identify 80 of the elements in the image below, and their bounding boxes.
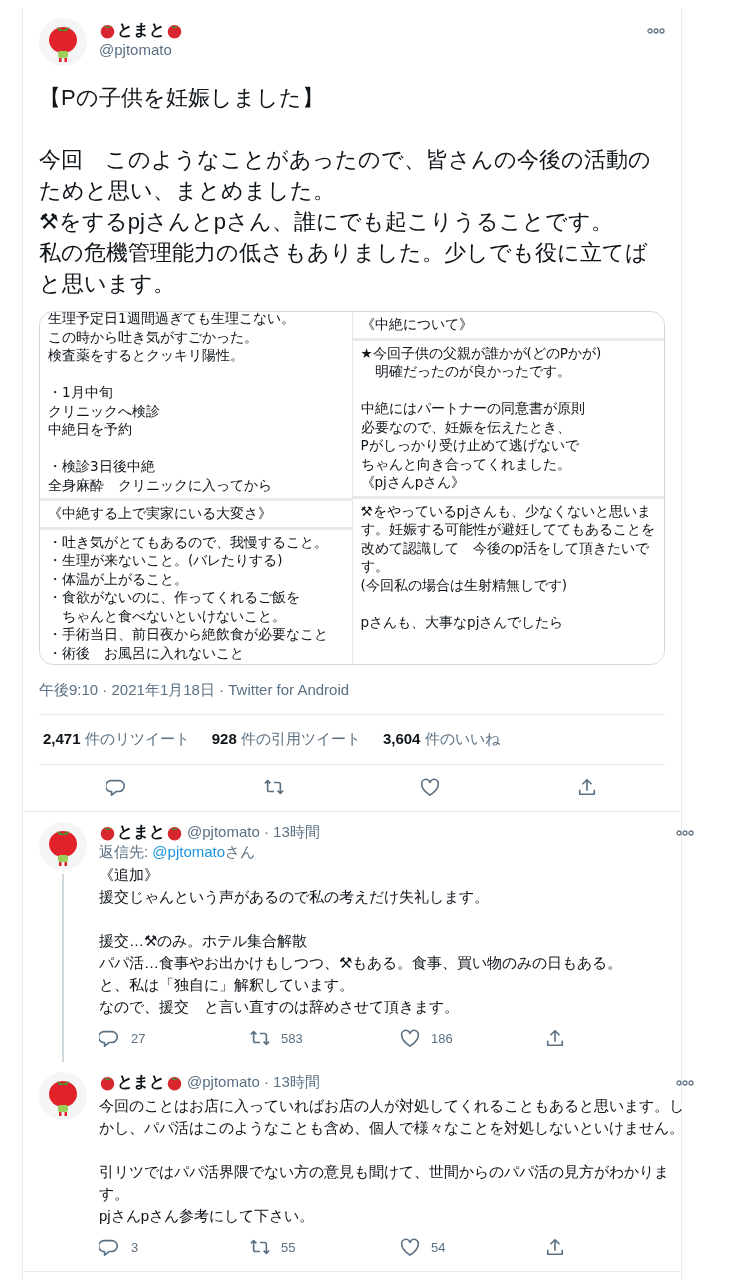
note-text: pさんも、大事なpjさんでしたら <box>360 612 565 631</box>
like-count: 186 <box>431 1030 453 1046</box>
reply-to-text: 返信先: @pjtomatoさん <box>99 843 257 862</box>
avatar[interactable] <box>39 1072 87 1120</box>
display-name[interactable]: とまと <box>116 822 166 843</box>
note-text: 必要なので、妊娠を伝えたとき、 <box>360 417 572 436</box>
share-icon[interactable] <box>544 1237 566 1257</box>
reply-count: 3 <box>131 1239 139 1255</box>
tweet-text: 私の危機管理能力の低さもありました。少しでも役に立てばと思います。 <box>39 239 649 298</box>
note-text: 《中絶について》 <box>360 315 474 334</box>
tweet-timestamp: 午後9:10 · 2021年1月18日 · Twitter for Android <box>39 665 665 715</box>
retweet-icon[interactable] <box>249 1028 271 1048</box>
avatar[interactable] <box>39 18 87 66</box>
reply-text: 援交…⚒のみ。ホテル集合解散 <box>99 931 309 951</box>
note-text: ★今回子供の父親が誰かが(どのPかが) <box>360 343 603 362</box>
tomato-icon <box>99 1074 116 1091</box>
reply-text: pjさんpさん参考にして下さい。 <box>99 1206 316 1226</box>
note-text: ・体温が上がること。 <box>48 569 189 588</box>
note-text: 全身麻酔 クリニックに入ってから <box>48 475 273 494</box>
note-text: Pがしっかり受け止めて逃げないで <box>360 436 580 455</box>
tweet-text: ⚒をするpjさんとpさん、誰にでも起こりうることです。 <box>39 208 615 236</box>
note-text: 明確だったのが良かったです。 <box>373 362 572 381</box>
reply-text: パパ活…食事やお出かけもしつつ、⚒もある。食事、買い物のみの日もある。 <box>99 953 624 973</box>
note-text: ・手術当日、前日夜から絶飲食が必要なこと <box>48 625 329 644</box>
stat-link[interactable]: 928 件の引用ツイート <box>211 730 361 749</box>
stat-link[interactable]: 3,604 件のいいね <box>382 730 500 749</box>
reply-text: 今回のことはお店に入っていればお店の人が対処してくれることもあると思います。しかし、パパ活はこのようなことも含め、個人で様々なことを対処しないといけません。 <box>99 1096 684 1138</box>
tomato-icon <box>166 1074 183 1091</box>
reply-count: 27 <box>131 1030 146 1046</box>
note-text: 生理予定日1週間過ぎても生理こない。 <box>48 312 296 328</box>
note-text: 中絶日を予約 <box>48 420 133 439</box>
note-text: クリニックへ検診 <box>48 401 161 420</box>
note-text: ・食欲がないのに、作ってくれるご飯を <box>48 588 301 607</box>
note-text: 《pjさんpさん》 <box>360 473 467 492</box>
note-text: この時から吐き気がすごかった。 <box>48 327 259 346</box>
stat-link[interactable]: 2,471 件のリツイート <box>43 730 190 749</box>
reply-icon[interactable] <box>99 1028 121 1048</box>
reply-text: 引リツではパパ活界隈でない方の意見も聞けて、世間からのパパ活の見方がわかります。 <box>99 1162 670 1204</box>
heart-icon[interactable] <box>399 1237 421 1257</box>
tomato-icon <box>99 22 116 39</box>
note-text: (今回私の場合は生射精無しです) <box>360 575 569 594</box>
note-text: ちゃんと食べないといけないこと。 <box>61 606 287 625</box>
reply-icon[interactable] <box>99 1237 121 1257</box>
tomato-icon <box>99 824 116 841</box>
more-icon[interactable] <box>676 829 694 836</box>
handle-time: @pjtomato · 13時間 <box>187 1073 320 1092</box>
tweet-text: 【Pの子供を妊娠しました】 <box>39 84 325 112</box>
note-text: ちゃんと向き合ってくれました。 <box>360 454 572 473</box>
handle[interactable]: @pjtomato <box>99 41 635 58</box>
handle-time: @pjtomato · 13時間 <box>187 823 320 842</box>
more-icon[interactable] <box>647 28 665 34</box>
display-name[interactable]: とまと <box>116 1072 166 1093</box>
reply-text: 援交じゃんという声があるので私の考えだけ失礼します。 <box>99 887 490 907</box>
note-text: ・生理が来ないこと。(バレたりする) <box>48 551 284 570</box>
note-text: ⚒をやっているpjさんも、少なくないと思います。妊娠する可能性が避妊しててもあることを改めて認識して 今後のp活をして頂きたいです。 <box>360 501 656 576</box>
tweet-text: 今回 このようなことがあったので、皆さんの今後の活動のためと思い、まとめました。 <box>39 146 652 205</box>
reply-text: と、私は「独自に」解釈しています。 <box>99 975 355 995</box>
retweet-count: 55 <box>281 1239 296 1255</box>
retweet-icon[interactable] <box>249 1237 271 1257</box>
tomato-icon <box>166 824 183 841</box>
heart-icon[interactable] <box>419 777 442 797</box>
like-count: 54 <box>431 1239 446 1255</box>
note-text: 検査薬をするとクッキリ陽性。 <box>48 346 245 365</box>
reply-text: なので、援交 と言い直すのは辞めさせて頂きます。 <box>99 997 460 1017</box>
note-text: ・検診3日後中絶 <box>48 457 156 476</box>
retweet-count: 583 <box>281 1030 303 1046</box>
note-text: 中絶にはパートナーの同意書が原則 <box>360 399 586 418</box>
more-icon[interactable] <box>676 1079 694 1086</box>
display-name[interactable]: とまと <box>116 20 166 41</box>
note-text: 《中絶する上で実家にいる大変さ》 <box>48 504 273 523</box>
share-icon[interactable] <box>544 1028 566 1048</box>
image-collage[interactable] <box>39 311 665 665</box>
note-text: ・1月中旬 <box>48 383 114 402</box>
retweet-icon[interactable] <box>262 777 285 797</box>
note-text: ・術後 お風呂に入れないこと <box>48 643 245 662</box>
avatar[interactable] <box>39 822 87 870</box>
reply-text: 《追加》 <box>99 865 160 885</box>
note-text: ・吐き気がとてもあるので、我慢すること。 <box>48 532 329 551</box>
heart-icon[interactable] <box>399 1028 421 1048</box>
tomato-icon <box>166 22 183 39</box>
